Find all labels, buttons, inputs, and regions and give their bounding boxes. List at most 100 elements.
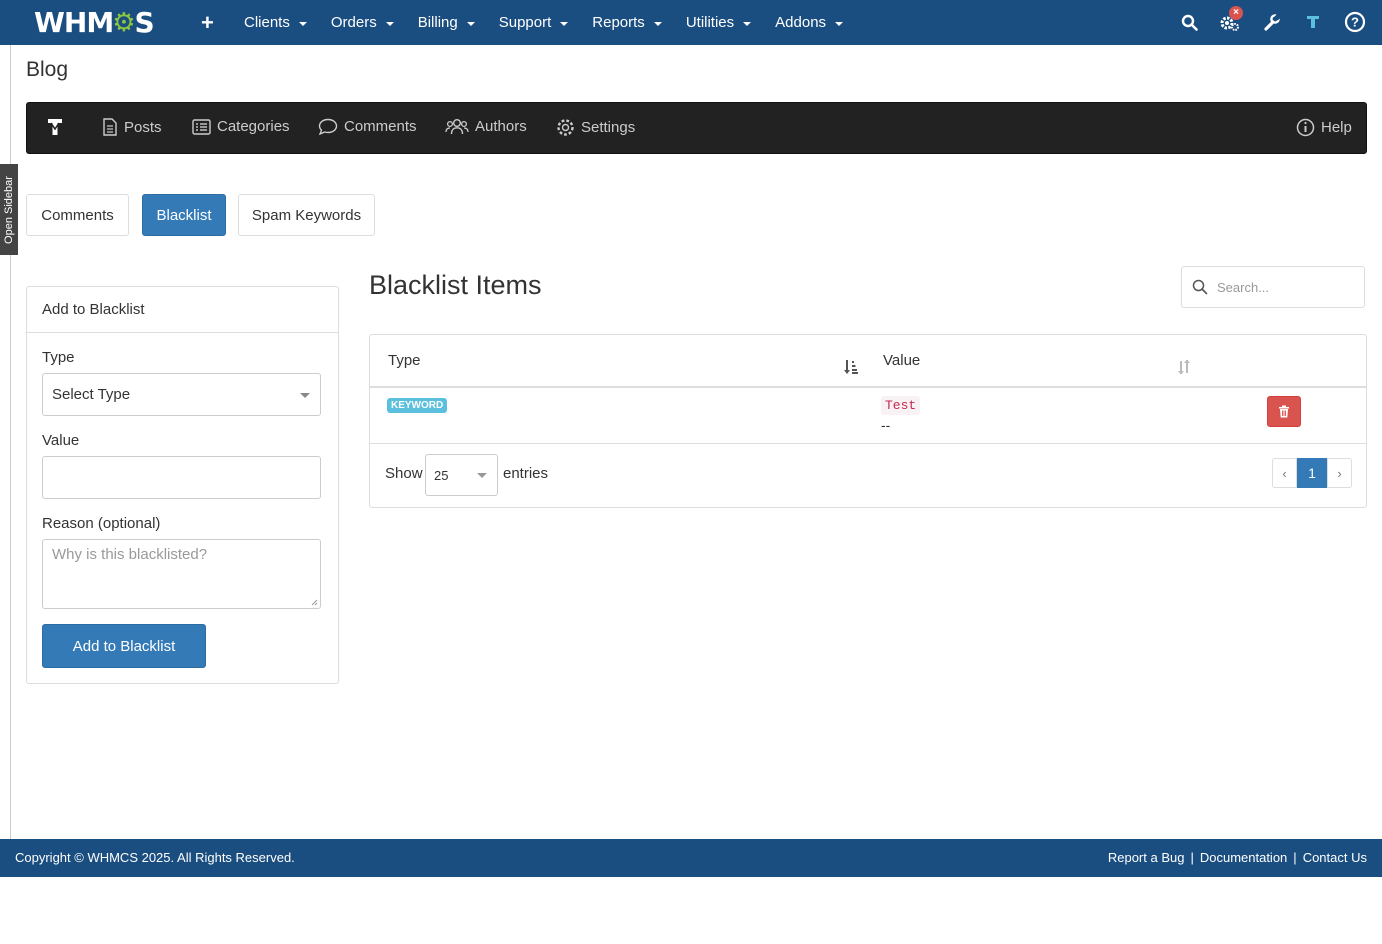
pagination-prev[interactable]: ‹ — [1272, 458, 1297, 488]
logo-text-prefix: WHM — [34, 5, 114, 39]
chevron-down-icon — [477, 473, 487, 478]
type-badge: KEYWORD — [387, 398, 448, 413]
main-menu: Clients Orders Billing Support Reports U… — [232, 0, 855, 45]
section-title: Blacklist Items — [369, 270, 542, 300]
delete-button[interactable] — [1267, 396, 1301, 427]
row-divider — [370, 443, 1366, 444]
reason-text: -- — [881, 417, 891, 433]
logo-text-suffix: S — [134, 5, 155, 39]
menu-billing[interactable]: Billing — [406, 14, 487, 31]
list-icon — [192, 118, 211, 135]
pagination-next[interactable]: › — [1327, 458, 1352, 488]
comment-icon — [318, 118, 338, 135]
footer-link-contact[interactable]: Contact Us — [1303, 850, 1367, 865]
blacklist-table: Type Value KEYWORD Test -- Show 25 entri… — [369, 334, 1367, 508]
menu-label: Orders — [330, 14, 377, 31]
menu-addons[interactable]: Addons — [763, 14, 855, 31]
blog-nav-comments[interactable]: Comments — [318, 118, 417, 135]
blog-nav-posts[interactable]: Posts — [102, 118, 162, 136]
add-to-blacklist-button[interactable]: Add to Blacklist — [42, 624, 206, 668]
blog-nav-label: Settings — [581, 119, 636, 136]
value-input[interactable] — [42, 456, 321, 499]
caret-down-icon — [385, 21, 394, 26]
footer-link-documentation[interactable]: Documentation — [1200, 850, 1287, 865]
add-to-blacklist-panel: Add to Blacklist Type Select Type Value … — [26, 286, 339, 684]
pagination-page-1[interactable]: 1 — [1297, 458, 1327, 488]
blog-nav-help[interactable]: Help — [1296, 118, 1352, 137]
blog-nav-settings[interactable]: Settings — [556, 118, 635, 137]
reason-textarea[interactable]: Why is this blacklisted? — [42, 539, 321, 609]
search-input[interactable]: Search... — [1181, 266, 1365, 308]
column-header-type[interactable]: Type — [388, 352, 421, 369]
blog-nav-label: Comments — [344, 118, 417, 135]
search-icon — [1192, 279, 1208, 295]
search-placeholder: Search... — [1217, 280, 1270, 295]
menu-label: Utilities — [685, 14, 735, 31]
tab-spam-keywords[interactable]: Spam Keywords — [238, 194, 375, 236]
type-select-value: Select Type — [52, 386, 131, 403]
menu-support[interactable]: Support — [487, 14, 581, 31]
open-sidebar-tab[interactable]: Open Sidebar — [0, 164, 18, 255]
panel-heading: Add to Blacklist — [27, 287, 338, 333]
wrench-icon[interactable] — [1260, 11, 1282, 33]
type-select[interactable]: Select Type — [42, 373, 321, 416]
pagination: ‹ 1 › — [1272, 458, 1352, 488]
users-icon — [445, 119, 469, 135]
menu-label: Reports — [592, 14, 645, 31]
blog-nav-label: Help — [1321, 119, 1352, 136]
sort-ascending-icon[interactable] — [843, 359, 858, 375]
svg-text:?: ? — [1351, 15, 1359, 30]
blog-nav-categories[interactable]: Categories — [192, 118, 290, 135]
footer-link-report-bug[interactable]: Report a Bug — [1108, 850, 1185, 865]
blog-nav-label: Categories — [217, 118, 290, 135]
plus-icon[interactable]: + — [201, 10, 214, 36]
alert-badge[interactable]: × — [1229, 6, 1243, 20]
menu-label: Billing — [417, 14, 458, 31]
resize-handle-icon[interactable] — [311, 599, 318, 606]
caret-down-icon — [298, 21, 307, 26]
type-label: Type — [42, 349, 75, 366]
menu-label: Addons — [775, 14, 827, 31]
caret-down-icon — [653, 21, 662, 26]
footer: Copyright © WHMCS 2025. All Rights Reser… — [0, 839, 1382, 877]
column-header-value[interactable]: Value — [883, 352, 920, 369]
help-icon[interactable]: ? — [1344, 11, 1366, 33]
caret-down-icon — [835, 21, 844, 26]
blog-nav-label: Authors — [475, 118, 527, 135]
reason-label: Reason (optional) — [42, 515, 161, 532]
header-divider — [370, 386, 1366, 388]
page-title: Blog — [26, 58, 69, 81]
menu-clients[interactable]: Clients — [232, 14, 319, 31]
menu-orders[interactable]: Orders — [319, 14, 406, 31]
search-icon[interactable] — [1178, 11, 1200, 33]
footer-separator: | — [1293, 850, 1297, 865]
gear-icon — [557, 119, 574, 136]
reason-placeholder: Why is this blacklisted? — [52, 546, 208, 563]
menu-label: Support — [498, 14, 552, 31]
caret-down-icon — [743, 21, 752, 26]
chevron-down-icon — [300, 393, 310, 398]
blog-nav-label: Posts — [124, 118, 162, 136]
blog-module-icon[interactable] — [1302, 11, 1324, 33]
open-sidebar-label: Open Sidebar — [3, 175, 16, 244]
trash-icon — [1279, 405, 1289, 418]
footer-separator: | — [1190, 850, 1194, 865]
page-length-select[interactable]: 25 — [425, 454, 498, 496]
caret-down-icon — [560, 21, 569, 26]
whmcs-logo[interactable]: WHM ⚙ S — [34, 5, 155, 39]
footer-links: Report a Bug | Documentation | Contact U… — [1108, 850, 1367, 865]
value-code: Test — [881, 396, 921, 415]
tab-comments[interactable]: Comments — [26, 194, 129, 236]
sort-both-icon[interactable] — [1177, 359, 1191, 375]
menu-reports[interactable]: Reports — [580, 14, 674, 31]
logo-gear-icon: ⚙ — [112, 6, 136, 37]
blog-nav-authors[interactable]: Authors — [445, 118, 527, 135]
document-icon — [103, 118, 117, 136]
blog-logo-icon[interactable] — [47, 118, 63, 142]
menu-utilities[interactable]: Utilities — [674, 14, 763, 31]
info-icon — [1296, 118, 1315, 137]
page-length-value: 25 — [434, 467, 449, 483]
copyright-text: Copyright © WHMCS 2025. All Rights Reser… — [15, 850, 295, 865]
menu-label: Clients — [244, 14, 290, 31]
tab-blacklist[interactable]: Blacklist — [142, 194, 226, 236]
